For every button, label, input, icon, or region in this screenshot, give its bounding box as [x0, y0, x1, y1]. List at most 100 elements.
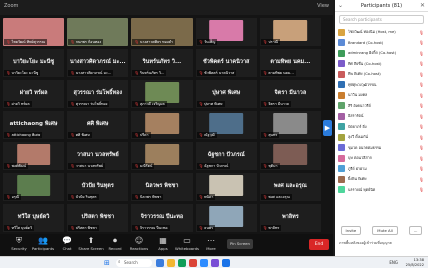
windows-start-icon[interactable]: ⊞ [104, 259, 112, 267]
muted-mic-icon[interactable]: 🎙 [419, 166, 424, 171]
video-tile[interactable]: 🎙ปราณี [259, 18, 321, 46]
video-tile[interactable]: จิราวรรณ ปีนะทอ 🎙จิราวรรณ ปีนะทอ [131, 204, 193, 232]
avatar [338, 154, 345, 162]
video-tile[interactable]: ผ่ายวิ ทร์ผล 🎙ผ่ายวิ ทร์ผล [3, 80, 65, 108]
video-tile[interactable]: 🎙พงศ์พัฒน์ [3, 142, 65, 170]
more-options-button[interactable]: ... [408, 225, 423, 235]
video-tile[interactable]: สุวรรณา ร่มโพธิ์ทอง 🎙สุวรรณา ร่มโพธิ์ทอง [67, 80, 129, 108]
video-tile[interactable]: 🎙ณัฐวุฒิ [195, 111, 257, 139]
video-tile[interactable]: 🎙สุภาวดี เจริญผล [131, 80, 193, 108]
participant-row[interactable]: สิริ อังคนาวรีย์ 🎙 [338, 101, 425, 112]
video-tile[interactable]: ศศิ พิเศษ 🎙ศศิ พิเศษ [67, 111, 129, 139]
video-tile[interactable]: บัวปัย รินทุตร 🎙บัวปัย รินทุตร [67, 173, 129, 201]
muted-mic-icon[interactable]: 🎙 [419, 124, 424, 129]
task-view-icon[interactable] [156, 259, 164, 267]
muted-mic-icon[interactable]: 🎙 [419, 114, 424, 119]
edge-browser-icon[interactable] [178, 259, 186, 267]
participant-row[interactable]: ปัตยาภร์ ยิ่ง 🎙 [338, 122, 425, 133]
teams-icon[interactable] [211, 259, 219, 267]
close-icon[interactable]: ✕ [420, 0, 425, 12]
muted-mic-icon[interactable]: 🎙 [419, 187, 424, 192]
tile-caption: 🎙พงศ์พัฒน์ [4, 163, 29, 169]
muted-mic-icon[interactable]: 🎙 [419, 145, 424, 150]
video-tile[interactable]: ตามทิพย นคม... 🎙ตามทิพย นคม... [259, 49, 321, 77]
participant-name: นางสาวศิดาภรณ์ มะ... [69, 59, 126, 66]
participant-row[interactable]: ลุงวี ตั้งเมกัน์ 🎙 [338, 132, 425, 143]
video-tile[interactable]: บาวิยะโยะ มะนีซู 🎙บาวิยะโยะ มะนีซู [3, 49, 65, 77]
video-tile[interactable]: นางสาวศิดาภรณ์ มะ... 🎙นางสาวศิดาภรณ์ มะ..… [67, 49, 129, 77]
muted-mic-icon[interactable]: 🎙 [419, 72, 424, 77]
muted-mic-icon[interactable]: 🎙 [419, 177, 424, 182]
video-tile[interactable]: วาสนา นวลทรัพย์ 🎙วาสนา นวลทรัพย์ [67, 142, 129, 170]
muted-mic-icon[interactable]: 🎙 [419, 51, 424, 56]
muted-mic-icon[interactable]: 🎙 [419, 156, 424, 161]
word-icon[interactable] [222, 259, 230, 267]
participant-row[interactable]: ขุมวด อนาคตมธรรม 🎙 [338, 143, 425, 154]
participant-row[interactable]: ทิพ พิเศษ (Co-host) 🎙 [338, 69, 425, 80]
participant-row[interactable]: นาวิน มงคล 🎙 [338, 90, 425, 101]
video-tile[interactable]: 🎙ไชยวัฒน์ ทิพย์สุวรรณ [3, 18, 65, 46]
muted-mic-icon: 🎙 [262, 164, 268, 168]
participant-row[interactable]: ไชยวัฒน์ ทองนิม (Host, me) 🎙 [338, 27, 425, 38]
meeting-topbar: Zoom View [0, 0, 333, 15]
video-tile[interactable]: 🎙นางสาวศศิธร ทองคำ [131, 18, 193, 46]
video-tile[interactable]: พาลิทร 🎙พาลิทร [259, 204, 321, 232]
video-tile[interactable]: ปุษาศ พิเศษ 🎙ปุษาศ พิเศษ [195, 80, 257, 108]
video-tile[interactable]: ทวีใส บุษย์ดวิ 🎙ทวีใส บุษย์ดวิ [3, 204, 65, 232]
video-tile[interactable]: 🎙อรุณี [3, 173, 65, 201]
participant-row[interactable]: ทิศ พึงชื่น (Co-host) 🎙 [338, 59, 425, 70]
pin-screen-tag[interactable]: Pin Screen [227, 239, 253, 249]
participants-search-input[interactable]: Search participants [339, 15, 424, 24]
video-tile[interactable]: 🎙กนกพร ก้อนทอง [67, 18, 129, 46]
muted-mic-icon[interactable]: 🎙 [419, 30, 424, 35]
participant-row[interactable]: Brandard (Co-host) 🎙 [338, 38, 425, 49]
video-tile[interactable]: 🎙พนิดา [195, 173, 257, 201]
more-button[interactable]: ⋯ More [196, 236, 226, 251]
participant-row[interactable]: บุษ ตอนวสิสาก 🎙 [338, 153, 425, 164]
participant-row[interactable]: นรรายณ์ หุตย์นิต 🎙 [338, 185, 425, 196]
video-tile[interactable]: ชัวพิคตร์ นาคนิวาส 🎙ชัวพิคตร์ นาคนิวาส [195, 49, 257, 77]
muted-mic-icon[interactable]: 🎙 [419, 61, 424, 66]
video-tile[interactable]: 🎙วันเพ็ญ [195, 18, 257, 46]
video-tile[interactable]: 🎙ปรีดา [131, 111, 193, 139]
video-tile[interactable]: นิลวพร พิชชา 🎙นิลวพร พิชชา [131, 173, 193, 201]
muted-mic-icon[interactable]: 🎙 [419, 82, 424, 87]
invite-button[interactable]: Invite [340, 225, 362, 235]
more-icon: ⋯ [207, 236, 215, 245]
end-meeting-button[interactable]: End [309, 239, 329, 250]
participant-row[interactable]: ภูรีย์ ผ่าผ่าม 🎙 [338, 164, 425, 175]
muted-mic-icon: 🎙 [6, 102, 11, 106]
video-tile[interactable]: 🎙มณีรัตน์ [131, 142, 193, 170]
video-tile[interactable]: จิตรา มีนาวล 🎙จิตรา มีนาวล [259, 80, 321, 108]
participant-row[interactable]: ทุษัตุพวงวุฒิวรรณ 🎙 [338, 80, 425, 91]
tray-language[interactable]: ENG [389, 260, 398, 265]
participant-row[interactable]: ยิ้งพิน พิเศษ 🎙 [338, 174, 425, 185]
view-button[interactable]: View [317, 3, 329, 9]
video-tile[interactable]: พงศ และอรุณ 🎙พงศ และอรุณ [259, 173, 321, 201]
video-tile[interactable]: ปริสตา พิชชา 🎙ปริสตา พิชชา [67, 204, 129, 232]
next-page-arrow-icon[interactable]: ▶ [323, 120, 332, 136]
file-explorer-icon[interactable] [167, 259, 175, 267]
video-tile[interactable]: ฉัฐชกา ปัวภรณ์ 🎙ฉัฐชกา ปัวภรณ์ [195, 142, 257, 170]
taskbar-search-box[interactable]: ⌕ Search [116, 259, 152, 267]
mute-all-button[interactable]: Mute All [372, 225, 398, 235]
muted-mic-icon[interactable]: 🎙 [419, 40, 424, 45]
chrome-icon[interactable] [189, 259, 197, 267]
video-tile[interactable]: 🎙สุนทร [259, 111, 321, 139]
participant-row[interactable]: อิสรารัตน์ 🎙 [338, 111, 425, 122]
video-tile[interactable]: 🎙ชุติมา [259, 142, 321, 170]
muted-mic-icon[interactable]: 🎙 [419, 103, 424, 108]
participant-name: ผ่ายวิ ทร์ผล [19, 90, 48, 97]
muted-mic-icon[interactable]: 🎙 [419, 135, 424, 140]
tile-caption-text: ชุติมา [268, 164, 278, 168]
muted-mic-icon[interactable]: 🎙 [419, 93, 424, 98]
video-tile[interactable]: 🎙ธนพร [195, 204, 257, 232]
participant-list-name: Brandard (Co-host) [348, 40, 384, 45]
taskbar-clock[interactable]: 13:38 25/8/2022 [406, 258, 424, 268]
video-tile[interactable]: attichaong พิเศษ 🎙attichaong พิเศษ [3, 111, 65, 139]
zoom-app-icon[interactable] [200, 259, 208, 267]
video-tile[interactable]: รินทร์นภัทร วิ... 🎙รินทร์นภัทร วิ... [131, 49, 193, 77]
participant-row[interactable]: adminrang ผิงกิ้ด (Co-host) 🎙 [338, 48, 425, 59]
chevron-down-icon[interactable]: ⌄ [338, 0, 343, 12]
panel-note: ภาพพื้นหลังของผู้เข้าร่วมที่อนุญาต [339, 241, 392, 245]
